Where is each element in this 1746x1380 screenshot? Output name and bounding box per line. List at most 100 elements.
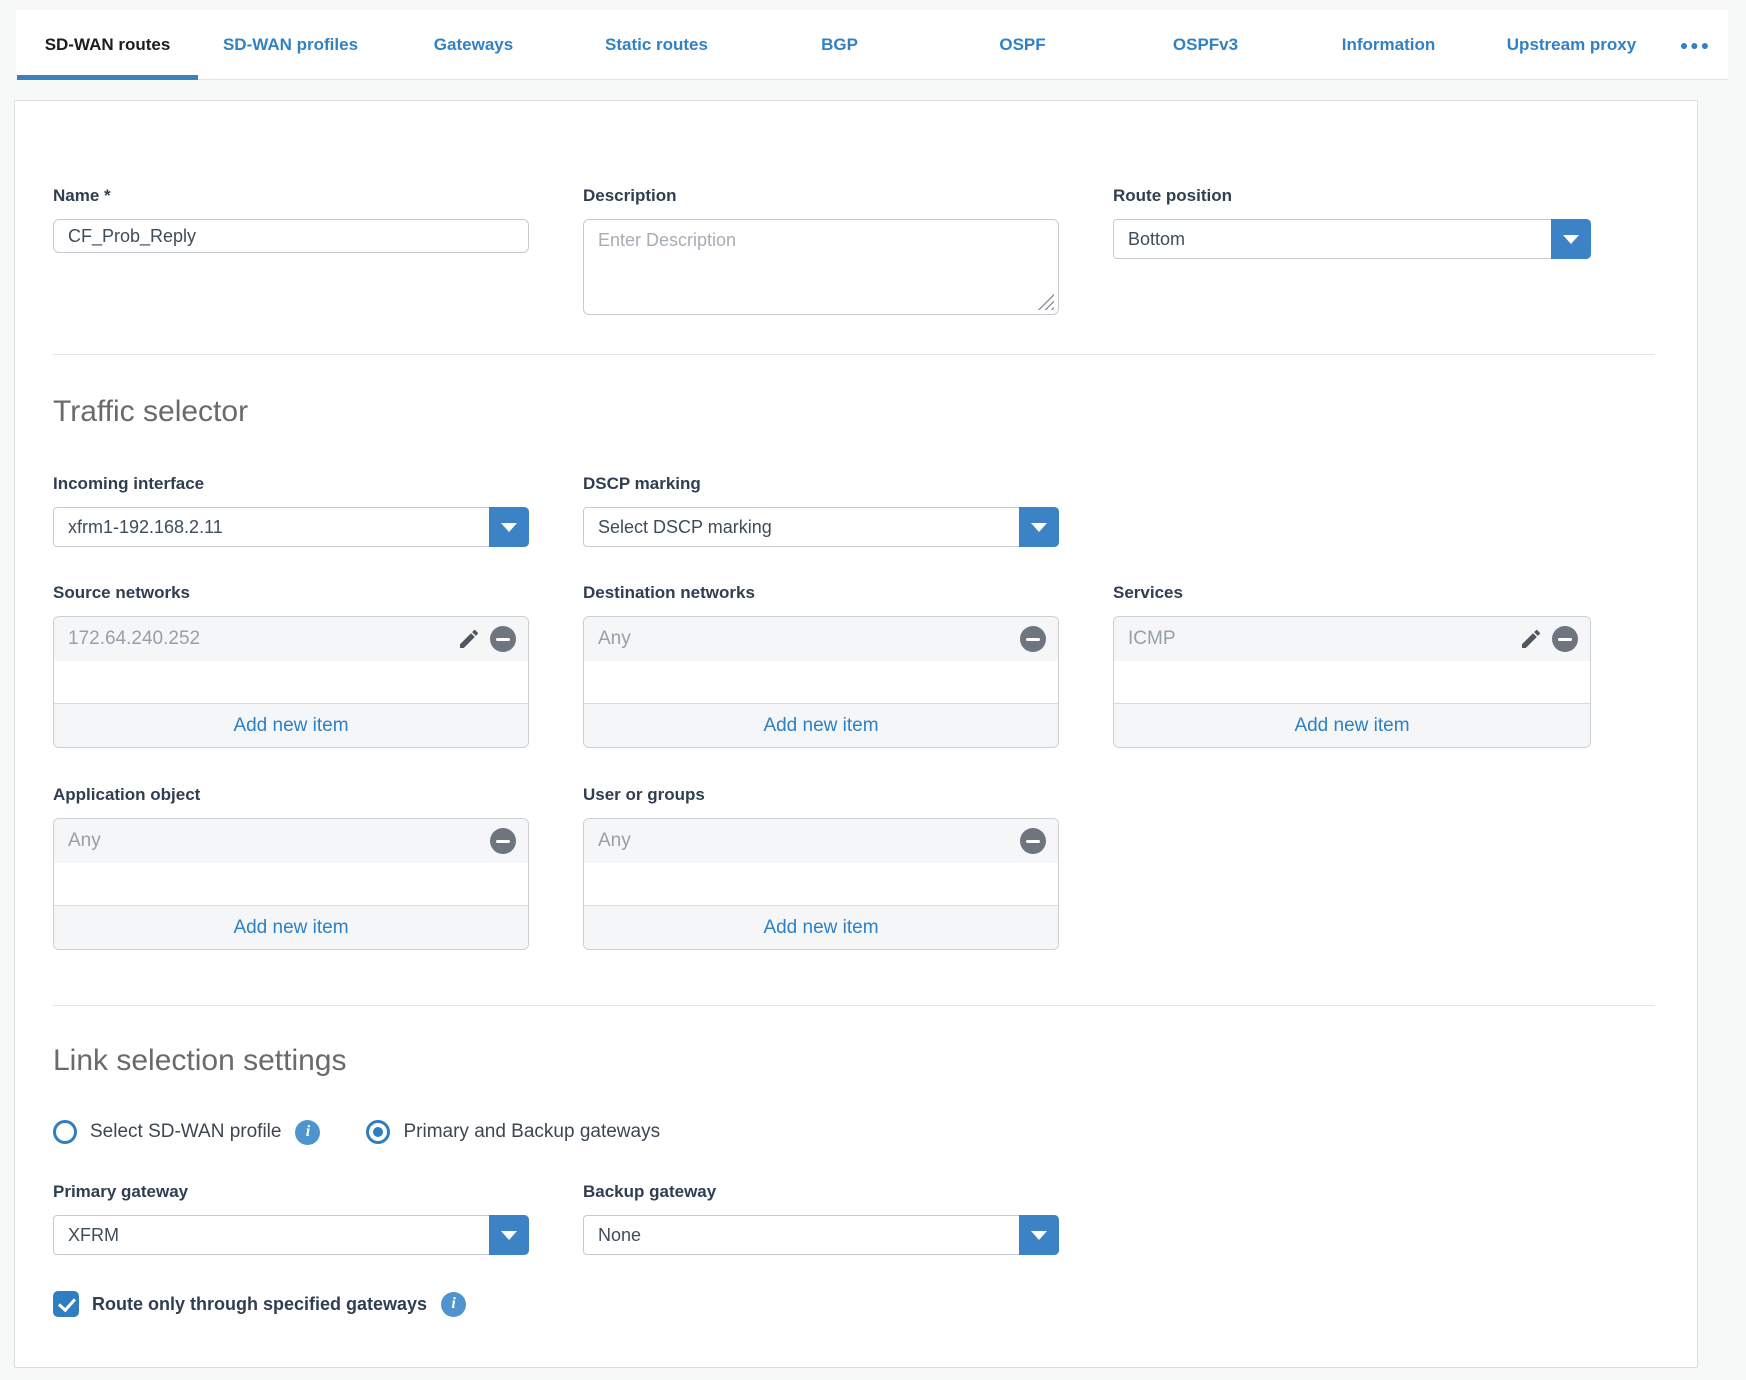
destination-networks-group: Destination networks Any Add new item [583,583,1059,748]
primary-gateway-value: XFRM [54,1216,528,1254]
tab-bgp[interactable]: BGP [748,10,931,79]
list-item-text: Any [598,628,1020,650]
add-new-item-button[interactable]: Add new item [54,905,528,949]
chevron-down-icon [1031,1231,1047,1240]
add-new-item-button[interactable]: Add new item [1114,703,1590,747]
remove-icon[interactable] [1020,626,1046,652]
application-object-list: Any Add new item [53,818,529,950]
info-icon[interactable]: i [441,1292,466,1317]
section-divider [53,354,1655,355]
add-new-item-button[interactable]: Add new item [584,905,1058,949]
list-item-text: 172.64.240.252 [68,628,457,650]
dropdown-button[interactable] [489,507,529,547]
list-empty-area [584,661,1058,703]
list-item: Any [584,819,1058,863]
add-new-item-button[interactable]: Add new item [584,703,1058,747]
list-item-text: Any [598,830,1020,852]
radio-primary-backup-gateways[interactable]: Primary and Backup gateways [366,1120,660,1144]
services-group: Services ICMP Add new item [1113,583,1591,748]
radio-icon[interactable] [366,1120,390,1144]
tab-static-routes[interactable]: Static routes [565,10,748,79]
radio-select-sd-wan-profile[interactable]: Select SD-WAN profile i [53,1120,320,1145]
list-empty-area [584,863,1058,905]
dscp-marking-select[interactable]: Select DSCP marking [583,507,1059,547]
list-empty-area [54,863,528,905]
name-label: Name * [53,186,529,206]
tab-information[interactable]: Information [1297,10,1480,79]
info-icon[interactable]: i [295,1120,320,1145]
sd-wan-route-editor-page: SD-WAN routes SD-WAN profiles Gateways S… [0,0,1746,1380]
tab-gateways[interactable]: Gateways [382,10,565,79]
route-only-row: Route only through specified gateways i [53,1290,1697,1318]
networks-services-row: Source networks 172.64.240.252 Add new i… [53,583,1697,748]
remove-icon[interactable] [1552,626,1578,652]
dscp-marking-label: DSCP marking [583,474,1059,494]
source-networks-group: Source networks 172.64.240.252 Add new i… [53,583,529,748]
section-divider [53,1005,1655,1006]
remove-icon[interactable] [490,828,516,854]
application-object-label: Application object [53,785,529,805]
description-field-group: Description [583,186,1059,315]
incoming-interface-label: Incoming interface [53,474,529,494]
add-new-item-button[interactable]: Add new item [54,703,528,747]
route-only-checkbox[interactable] [53,1291,79,1317]
list-item: ICMP [1114,617,1590,661]
tab-sd-wan-routes[interactable]: SD-WAN routes [16,10,199,79]
chevron-down-icon [501,523,517,532]
name-field-group: Name * [53,186,529,315]
destination-networks-list: Any Add new item [583,616,1059,748]
tab-ospf[interactable]: OSPF [931,10,1114,79]
backup-gateway-value: None [584,1216,1058,1254]
link-selection-radio-row: Select SD-WAN profile i Primary and Back… [53,1118,1697,1146]
dscp-marking-value: Select DSCP marking [584,508,1058,546]
primary-gateway-group: Primary gateway XFRM [53,1182,529,1255]
dropdown-button[interactable] [1019,1215,1059,1255]
primary-gateway-select[interactable]: XFRM [53,1215,529,1255]
backup-gateway-select[interactable]: None [583,1215,1059,1255]
route-position-field-group: Route position Bottom [1113,186,1591,315]
services-label: Services [1113,583,1591,603]
name-input[interactable] [53,219,529,253]
user-or-groups-label: User or groups [583,785,1059,805]
chevron-down-icon [1563,235,1579,244]
tab-bar: SD-WAN routes SD-WAN profiles Gateways S… [16,10,1728,80]
remove-icon[interactable] [490,626,516,652]
more-tabs-icon[interactable]: ●●● [1663,10,1728,79]
route-position-select[interactable]: Bottom [1113,219,1591,259]
tab-sd-wan-profiles[interactable]: SD-WAN profiles [199,10,382,79]
dropdown-button[interactable] [489,1215,529,1255]
route-position-label: Route position [1113,186,1591,206]
traffic-selector-heading: Traffic selector [53,395,1697,429]
basic-fields-row: Name * Description Route position Bottom [53,186,1697,315]
source-networks-label: Source networks [53,583,529,603]
backup-gateway-group: Backup gateway None [583,1182,1059,1255]
interface-dscp-row: Incoming interface xfrm1-192.168.2.11 DS… [53,474,1697,547]
description-textarea[interactable] [583,219,1059,315]
list-empty-area [1114,661,1590,703]
tab-upstream-proxy[interactable]: Upstream proxy [1480,10,1663,79]
destination-networks-label: Destination networks [583,583,1059,603]
user-or-groups-group: User or groups Any Add new item [583,785,1059,950]
dropdown-button[interactable] [1019,507,1059,547]
route-form-card: Name * Description Route position Bottom [14,100,1698,1368]
chevron-down-icon [1031,523,1047,532]
edit-icon[interactable] [457,627,481,651]
radio-icon[interactable] [53,1120,77,1144]
edit-icon[interactable] [1519,627,1543,651]
gateways-row: Primary gateway XFRM Backup gateway None [53,1182,1697,1255]
services-list: ICMP Add new item [1113,616,1591,748]
incoming-interface-select[interactable]: xfrm1-192.168.2.11 [53,507,529,547]
application-object-group: Application object Any Add new item [53,785,529,950]
radio-label: Select SD-WAN profile [90,1121,281,1143]
list-item: Any [54,819,528,863]
tab-ospfv3[interactable]: OSPFv3 [1114,10,1297,79]
source-networks-list: 172.64.240.252 Add new item [53,616,529,748]
list-item: Any [584,617,1058,661]
list-item: 172.64.240.252 [54,617,528,661]
radio-label: Primary and Backup gateways [403,1121,660,1143]
user-or-groups-list: Any Add new item [583,818,1059,950]
remove-icon[interactable] [1020,828,1046,854]
primary-gateway-label: Primary gateway [53,1182,529,1202]
list-item-text: ICMP [1128,628,1519,650]
dropdown-button[interactable] [1551,219,1591,259]
